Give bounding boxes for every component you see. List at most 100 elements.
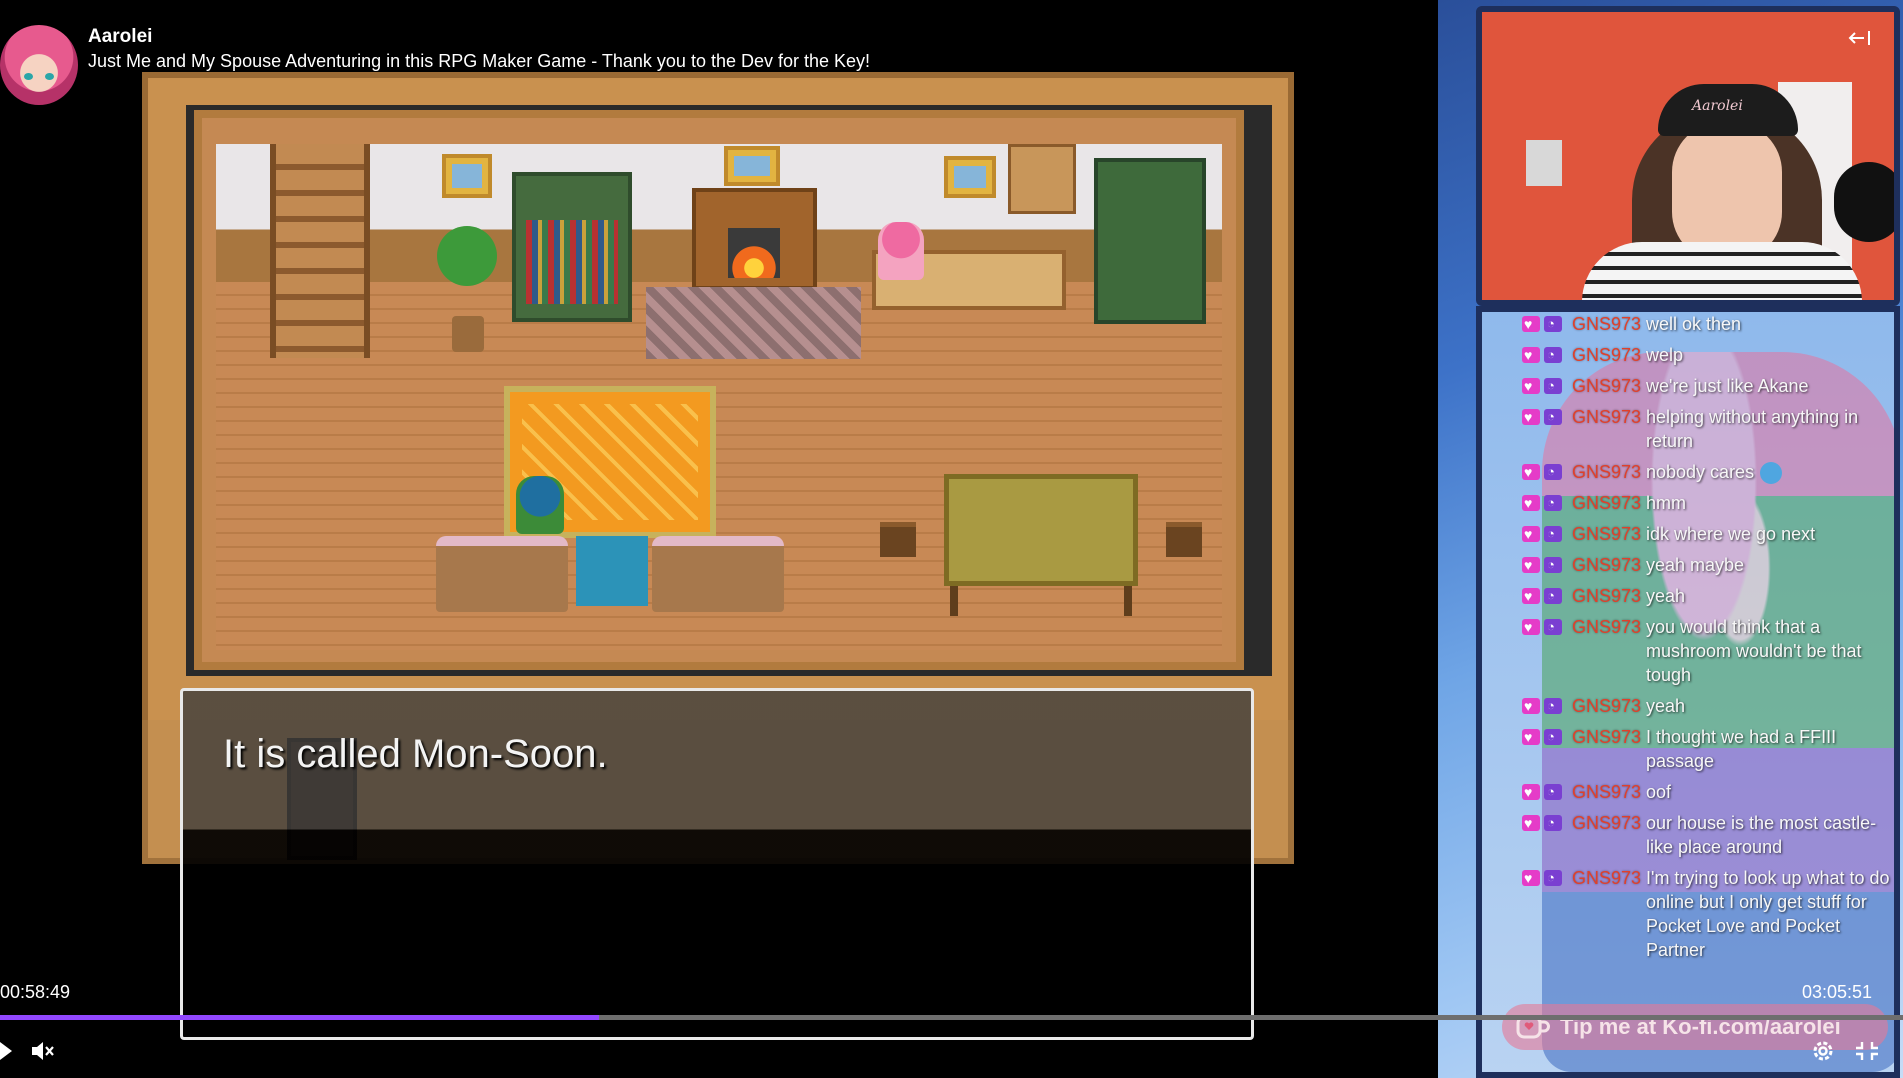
heart-badge-icon[interactable] <box>1522 343 1540 367</box>
chat-message: GNS973nobody cares <box>1522 460 1894 485</box>
chat-username[interactable]: GNS973 <box>1572 491 1646 515</box>
chat-username[interactable]: GNS973 <box>1572 343 1646 367</box>
heart-badge-icon[interactable] <box>1522 553 1540 577</box>
subscriber-badge-icon[interactable] <box>1544 522 1562 546</box>
subscriber-badge-icon[interactable] <box>1544 553 1562 577</box>
chat-username[interactable]: GNS973 <box>1572 725 1646 773</box>
chat-username[interactable]: GNS973 <box>1572 615 1646 687</box>
subscriber-badge-icon[interactable] <box>1544 491 1562 515</box>
subscriber-badge-icon[interactable] <box>1544 312 1562 336</box>
heart-badge-icon[interactable] <box>1522 405 1540 429</box>
heart-badge-icon[interactable] <box>1522 866 1540 890</box>
subscriber-badge-icon[interactable] <box>1544 780 1562 804</box>
heart-badge-icon[interactable] <box>1522 522 1540 546</box>
chat-text: I'm trying to look up what to do online … <box>1646 868 1890 961</box>
chat-text: yeah <box>1646 696 1686 717</box>
heart-badge-icon[interactable] <box>1522 725 1540 749</box>
chat-username[interactable]: GNS973 <box>1572 811 1646 859</box>
seek-bar-progress[interactable] <box>0 1015 600 1020</box>
streamer-face <box>1672 122 1782 262</box>
heart-badge-icon[interactable] <box>1522 615 1540 639</box>
chat-message: GNS973you would think that a mushroom wo… <box>1522 615 1894 687</box>
chat-message: GNS973well ok then <box>1522 312 1894 336</box>
staircase <box>270 144 370 358</box>
stone-hearth-rug <box>646 287 861 359</box>
dish-rack <box>1008 144 1076 214</box>
painting-bouquet <box>944 156 996 198</box>
chat-message: GNS973yeah maybe <box>1522 553 1894 577</box>
heart-badge-icon[interactable] <box>1522 312 1540 336</box>
chat-text: idk where we go next <box>1646 524 1816 545</box>
stool-right <box>1166 522 1202 557</box>
current-time: 00:58:49 <box>0 982 71 1002</box>
play-icon[interactable] <box>0 1040 14 1062</box>
subscriber-badge-icon[interactable] <box>1544 374 1562 398</box>
chat-message: GNS973oof <box>1522 780 1894 804</box>
chat-username[interactable]: GNS973 <box>1572 522 1646 546</box>
avatar-eye-left <box>24 73 33 80</box>
crying-emote-icon <box>1760 462 1783 485</box>
cap-logo-text: Aarolei <box>1692 98 1743 114</box>
exit-fullscreen-icon[interactable] <box>1854 1040 1880 1062</box>
subscriber-badge-icon[interactable] <box>1544 866 1562 890</box>
chat-badges <box>1522 780 1572 804</box>
chat-username[interactable]: GNS973 <box>1572 553 1646 577</box>
chat-badges <box>1522 584 1572 608</box>
subscriber-badge-icon[interactable] <box>1544 811 1562 835</box>
collapse-chat-icon[interactable] <box>1848 28 1872 48</box>
heart-badge-icon[interactable] <box>1522 780 1540 804</box>
chat-username[interactable]: GNS973 <box>1572 866 1646 962</box>
heart-badge-icon[interactable] <box>1522 374 1540 398</box>
chat-badges <box>1522 866 1572 962</box>
chat-username[interactable]: GNS973 <box>1572 780 1646 804</box>
player-character <box>516 476 564 534</box>
chat-message: GNS973I thought we had a FFIII passage <box>1522 725 1894 773</box>
chat-badges <box>1522 343 1572 367</box>
subscriber-badge-icon[interactable] <box>1544 615 1562 639</box>
dining-table-legs <box>950 586 1132 616</box>
subscriber-badge-icon[interactable] <box>1544 694 1562 718</box>
potted-tree <box>437 226 497 286</box>
chat-badges <box>1522 405 1572 453</box>
chat-username[interactable]: GNS973 <box>1572 374 1646 398</box>
chat-username[interactable]: GNS973 <box>1572 460 1646 484</box>
volume-muted-icon[interactable] <box>30 1040 56 1062</box>
stool-left <box>880 522 916 557</box>
chat-badges <box>1522 694 1572 718</box>
chat-text: our house is the most castle-like place … <box>1646 813 1877 858</box>
chat-username[interactable]: GNS973 <box>1572 405 1646 453</box>
subscriber-badge-icon[interactable] <box>1544 584 1562 608</box>
webcam-wall-poster <box>1526 140 1562 186</box>
chat-text: I thought we had a FFIII passage <box>1646 727 1837 772</box>
channel-name[interactable]: Aarolei <box>88 26 152 48</box>
heart-badge-icon[interactable] <box>1522 460 1540 484</box>
chat-username[interactable]: GNS973 <box>1572 584 1646 608</box>
chat-text: well ok then <box>1646 314 1742 334</box>
chat-message: GNS973yeah <box>1522 584 1894 608</box>
chat-text: we're just like Akane <box>1646 376 1809 396</box>
heart-badge-icon[interactable] <box>1522 694 1540 718</box>
channel-avatar[interactable] <box>0 25 78 105</box>
chat-message: GNS973hmm <box>1522 491 1894 515</box>
webcam-microphone <box>1834 162 1894 242</box>
total-duration: 03:05:51 <box>1802 982 1873 1002</box>
chat-text: helping without anything in return <box>1646 407 1859 451</box>
settings-icon[interactable] <box>1810 1038 1836 1064</box>
subscriber-badge-icon[interactable] <box>1544 405 1562 429</box>
subscriber-badge-icon[interactable] <box>1544 460 1562 484</box>
sofa-right <box>652 536 784 612</box>
chat-text: nobody cares <box>1646 460 1894 485</box>
chat-text: oof <box>1646 782 1672 803</box>
subscriber-badge-icon[interactable] <box>1544 725 1562 749</box>
small-table-teal-cloth <box>576 536 648 606</box>
plant-pot <box>452 316 484 352</box>
heart-badge-icon[interactable] <box>1522 811 1540 835</box>
heart-badge-icon[interactable] <box>1522 491 1540 515</box>
dining-table <box>944 474 1138 586</box>
subscriber-badge-icon[interactable] <box>1544 343 1562 367</box>
webcam-feed: Aarolei <box>1476 6 1900 306</box>
chat-text: yeah <box>1646 586 1686 607</box>
chat-username[interactable]: GNS973 <box>1572 694 1646 718</box>
heart-badge-icon[interactable] <box>1522 584 1540 608</box>
chat-username[interactable]: GNS973 <box>1572 312 1646 336</box>
